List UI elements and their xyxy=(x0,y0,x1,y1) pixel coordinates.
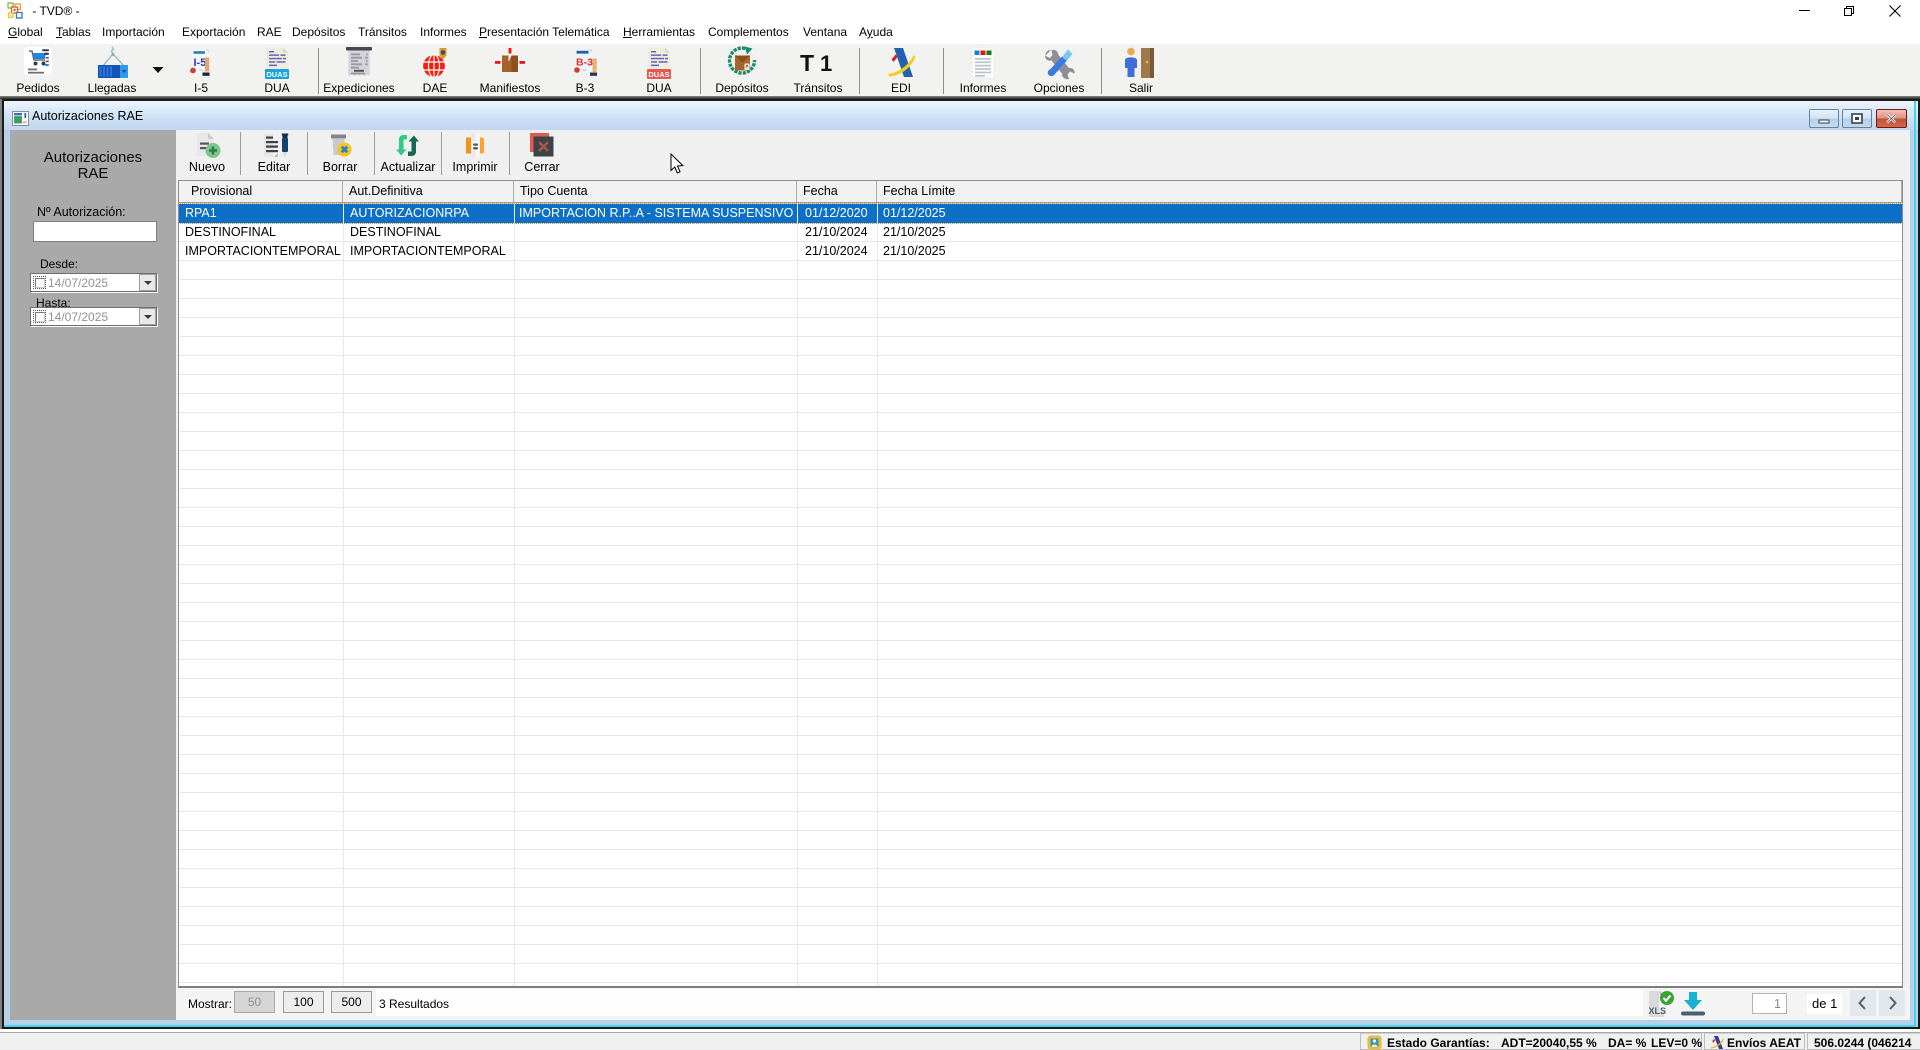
svg-text:XLS: XLS xyxy=(1649,1006,1667,1016)
svg-text:DUAS: DUAS xyxy=(266,70,287,79)
svg-text:DUAS: DUAS xyxy=(648,70,669,79)
svg-text:B-3: B-3 xyxy=(576,57,593,69)
svg-text:T: T xyxy=(800,50,814,76)
svg-text:1: 1 xyxy=(820,51,832,76)
svg-text:I-5: I-5 xyxy=(194,57,207,69)
